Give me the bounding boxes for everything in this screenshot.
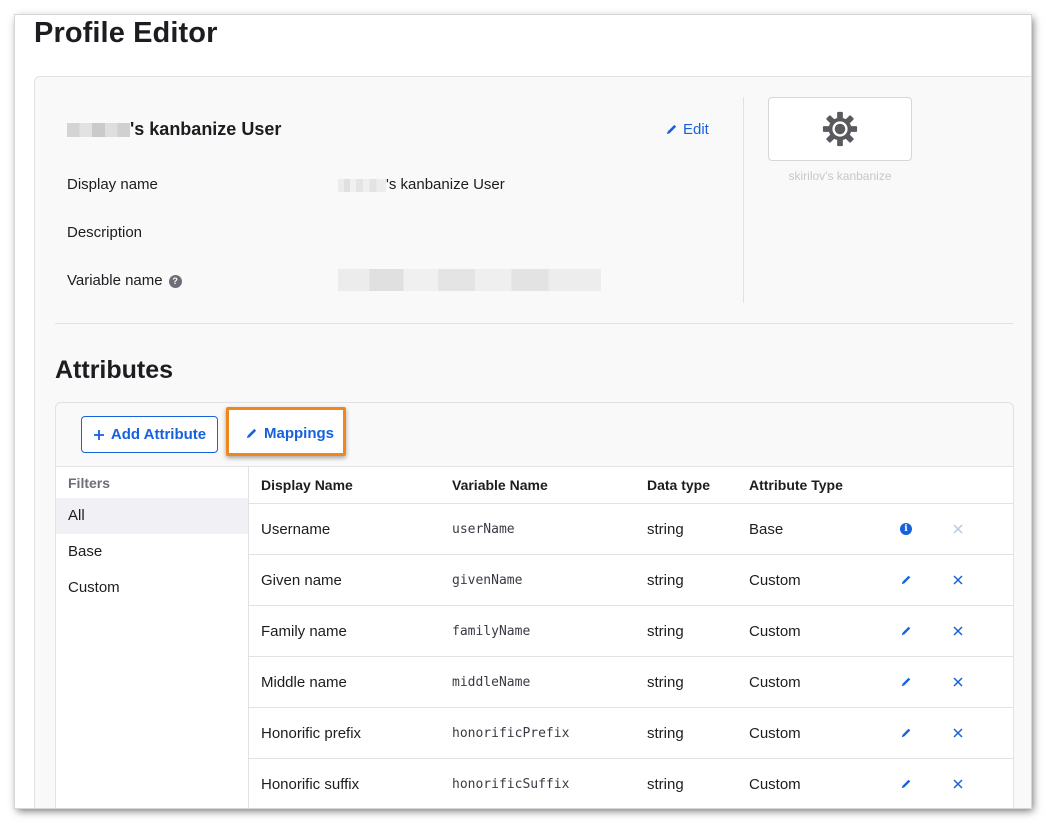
variable-name-label: Variable name?: [67, 272, 182, 289]
cell-variable-name: givenName: [452, 573, 523, 588]
profile-card: 's kanbanize User Edit Display name 's k…: [34, 76, 1031, 808]
variable-name-value: [338, 269, 601, 291]
cell-display-name: Family name: [261, 623, 347, 640]
gear-icon: [822, 111, 858, 147]
delete-button-disabled: [950, 521, 966, 537]
table-row: Honorific suffix honorificSuffix string …: [249, 758, 1013, 808]
cell-display-name: Honorific prefix: [261, 725, 362, 742]
display-name-value: 's kanbanize User: [338, 176, 505, 193]
edit-label: Edit: [683, 121, 709, 138]
cell-data-type: string: [647, 572, 684, 589]
cell-variable-name: familyName: [452, 624, 531, 639]
profile-header-text: 's kanbanize User: [130, 119, 282, 139]
redacted-variable-name: [338, 269, 601, 291]
add-attribute-button[interactable]: Add Attribute: [81, 416, 218, 453]
attributes-panel: Add Attribute Mappings Filters All Base …: [55, 402, 1014, 808]
page-title: Profile Editor: [34, 17, 218, 49]
info-button[interactable]: i: [898, 521, 914, 537]
close-icon: [953, 677, 963, 687]
edit-attribute-button[interactable]: [898, 674, 914, 690]
pencil-icon: [246, 428, 257, 439]
filters-title: Filters: [68, 475, 111, 491]
horizontal-divider: [55, 323, 1013, 324]
redacted-display-name: [338, 178, 386, 192]
close-icon: [953, 779, 963, 789]
table-row: Honorific prefix honorificPrefix string …: [249, 707, 1013, 759]
close-icon: [953, 728, 963, 738]
cell-attribute-type: Custom: [749, 572, 801, 589]
pencil-icon: [901, 677, 911, 687]
filters-sidebar: Filters All Base Custom: [56, 466, 248, 808]
table-row: Given name givenName string Custom: [249, 554, 1013, 606]
cell-data-type: string: [647, 623, 684, 640]
cell-data-type: string: [647, 776, 684, 793]
cell-data-type: string: [647, 521, 684, 538]
delete-attribute-button[interactable]: [950, 674, 966, 690]
cell-data-type: string: [647, 674, 684, 691]
cell-variable-name: honorificPrefix: [452, 726, 570, 741]
app-caption: skirilov's kanbanize: [788, 169, 892, 183]
filter-item-base[interactable]: Base: [56, 534, 248, 570]
column-header-data-type: Data type: [647, 477, 711, 493]
plus-icon: [93, 429, 104, 440]
pencil-icon: [901, 779, 911, 789]
filter-item-all[interactable]: All: [56, 498, 248, 534]
table-row: Middle name middleName string Custom: [249, 656, 1013, 708]
description-label: Description: [67, 224, 143, 241]
cell-display-name: Given name: [261, 572, 342, 589]
cell-attribute-type: Custom: [749, 674, 801, 691]
column-header-display-name: Display Name: [261, 477, 353, 493]
cell-display-name: Honorific suffix: [261, 776, 360, 793]
table-row: Username userName string Base i: [249, 503, 1013, 555]
cell-variable-name: userName: [452, 522, 515, 537]
pencil-icon: [666, 124, 677, 135]
edit-profile-link[interactable]: Edit: [665, 121, 709, 138]
pencil-icon: [901, 626, 911, 636]
edit-attribute-button[interactable]: [898, 776, 914, 792]
app-logo: [768, 97, 912, 161]
edit-attribute-button[interactable]: [898, 623, 914, 639]
delete-attribute-button[interactable]: [950, 725, 966, 741]
column-header-attribute-type: Attribute Type: [749, 477, 843, 493]
add-attribute-label: Add Attribute: [110, 426, 207, 443]
close-icon: [953, 524, 963, 534]
attributes-table: Display Name Variable Name Data type Att…: [248, 466, 1013, 808]
cell-attribute-type: Custom: [749, 776, 801, 793]
display-name-value-text: 's kanbanize User: [386, 176, 505, 193]
delete-attribute-button[interactable]: [950, 623, 966, 639]
cell-variable-name: middleName: [452, 675, 531, 690]
delete-attribute-button[interactable]: [950, 572, 966, 588]
cell-display-name: Username: [261, 521, 331, 538]
cell-display-name: Middle name: [261, 674, 347, 691]
display-name-label: Display name: [67, 176, 158, 193]
table-row: Family name familyName string Custom: [249, 605, 1013, 657]
edit-attribute-button[interactable]: [898, 725, 914, 741]
close-icon: [953, 626, 963, 636]
cell-data-type: string: [647, 725, 684, 742]
app-window: Profile Editor 's kanbanize User Edit Di…: [15, 15, 1031, 808]
vertical-divider: [743, 97, 744, 303]
pencil-icon: [901, 728, 911, 738]
cell-variable-name: honorificSuffix: [452, 777, 570, 792]
pencil-icon: [901, 575, 911, 585]
variable-name-label-text: Variable name: [67, 272, 163, 289]
cell-attribute-type: Custom: [749, 725, 801, 742]
profile-header: 's kanbanize User: [67, 119, 281, 140]
redacted-username: [67, 123, 130, 138]
mappings-button[interactable]: Mappings: [233, 416, 343, 451]
cell-attribute-type: Custom: [749, 623, 801, 640]
info-icon: i: [900, 523, 912, 535]
delete-attribute-button[interactable]: [950, 776, 966, 792]
attributes-title: Attributes: [55, 356, 174, 384]
help-icon[interactable]: ?: [168, 275, 182, 288]
filter-item-custom[interactable]: Custom: [56, 570, 248, 606]
edit-attribute-button[interactable]: [898, 572, 914, 588]
mappings-label: Mappings: [264, 425, 334, 442]
cell-attribute-type: Base: [749, 521, 784, 538]
column-header-variable-name: Variable Name: [452, 477, 548, 493]
close-icon: [953, 575, 963, 585]
